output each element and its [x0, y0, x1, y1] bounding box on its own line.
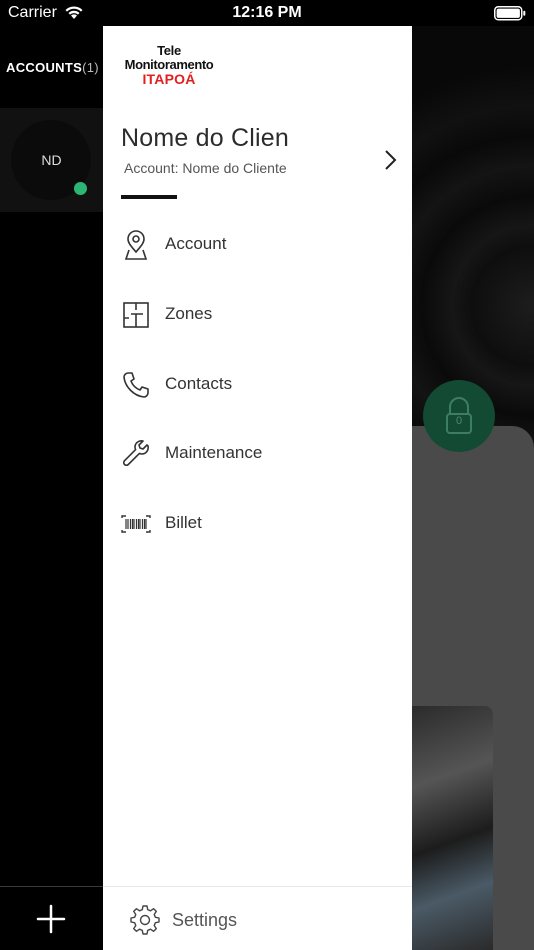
- lock-count: 0: [455, 415, 463, 427]
- accounts-title-label: ACCOUNTS: [6, 60, 83, 75]
- menu-label-zones: Zones: [165, 304, 213, 323]
- add-account-icon[interactable]: [34, 902, 68, 936]
- barcode-icon: [121, 515, 151, 533]
- client-account: Account: Nome do Cliente: [124, 160, 287, 176]
- menu-item-zones[interactable]: Zones: [103, 292, 412, 346]
- status-bar: Carrier 12:16 PM: [0, 0, 534, 26]
- clock: 12:16 PM: [232, 4, 302, 21]
- menu-item-billet[interactable]: Billet: [103, 501, 412, 555]
- account-status-dot: [73, 181, 88, 196]
- navigation-drawer: Tele Monitoramento ITAPOÁ Nome do Clien …: [103, 26, 412, 950]
- accounts-count: (1): [82, 60, 99, 75]
- menu-item-contacts[interactable]: Contacts: [103, 362, 412, 416]
- company-logo: Tele Monitoramento ITAPOÁ: [119, 43, 219, 87]
- wrench-icon: [122, 440, 149, 467]
- settings-label: Settings: [172, 910, 238, 930]
- client-name[interactable]: Nome do Clien: [121, 124, 289, 153]
- menu-item-account[interactable]: Account: [103, 222, 412, 276]
- battery-icon: [494, 6, 526, 21]
- drawer-footer-divider: [103, 886, 412, 887]
- settings-button[interactable]: Settings: [103, 896, 412, 946]
- gear-icon: [130, 905, 160, 935]
- menu-label-maintenance: Maintenance: [165, 443, 263, 462]
- menu-label-account: Account: [165, 234, 227, 253]
- client-underline: [121, 195, 177, 199]
- map-pin-icon: [124, 230, 148, 260]
- menu-item-maintenance[interactable]: Maintenance: [103, 431, 412, 485]
- logo-line-2: Monitoramento: [124, 57, 214, 72]
- logo-line-1: Tele: [157, 43, 181, 58]
- menu-label-billet: Billet: [165, 513, 202, 532]
- accounts-rail: ACCOUNTS(1) ND: [0, 26, 103, 950]
- account-initials: ND: [41, 152, 62, 168]
- logo-line-3: ITAPOÁ: [142, 71, 196, 87]
- chevron-right-icon[interactable]: [383, 148, 399, 172]
- phone-icon: [123, 372, 149, 398]
- rail-divider: [0, 886, 103, 887]
- account-tile[interactable]: ND: [0, 108, 103, 212]
- background-camera-thumbnail: [412, 706, 493, 950]
- menu-label-contacts: Contacts: [165, 374, 233, 393]
- accounts-title: ACCOUNTS(1): [6, 60, 99, 75]
- floorplan-icon: [123, 302, 149, 328]
